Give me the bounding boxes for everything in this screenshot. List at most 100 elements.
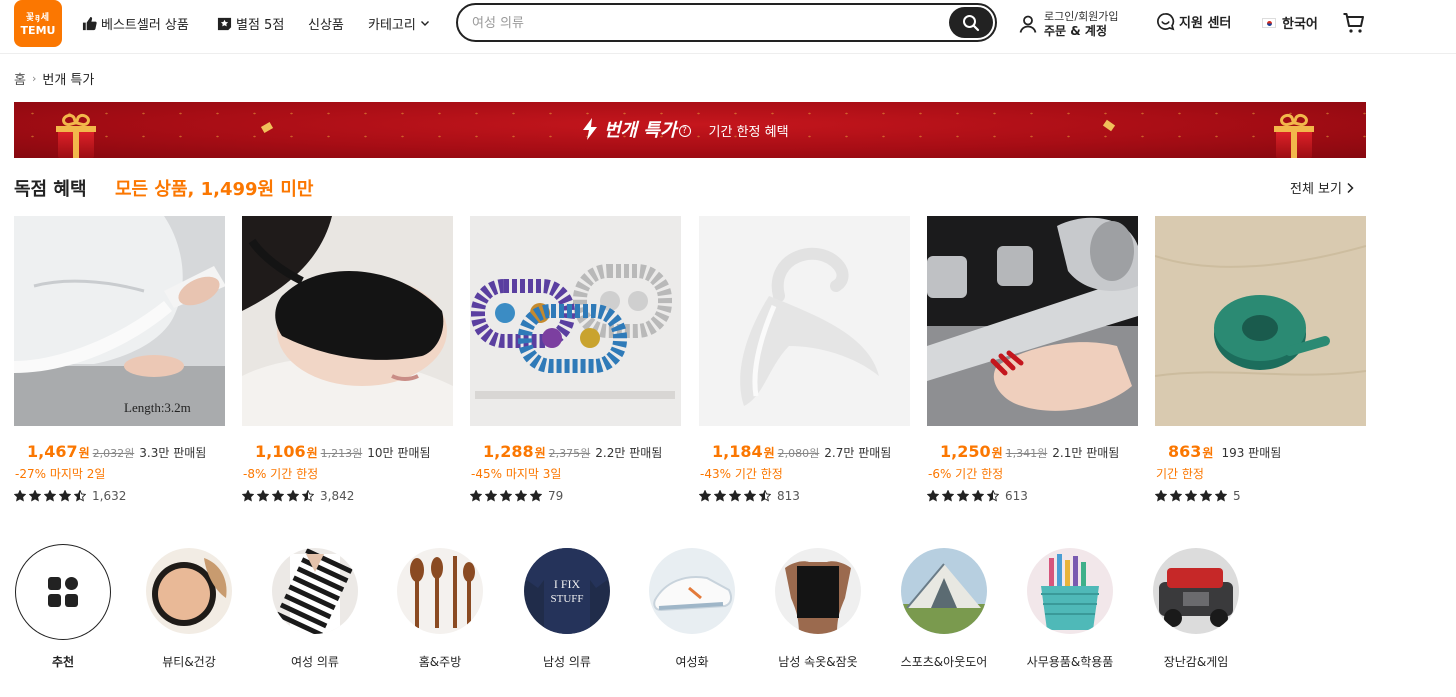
category-beauty-health[interactable]: 뷰티&건강 [139, 546, 239, 672]
product-image-aluminum-tape[interactable] [927, 216, 1138, 426]
product-image-caulk-tape[interactable]: Length:3.2m [14, 216, 225, 426]
see-all-link[interactable]: 전체 보기 [1290, 178, 1354, 197]
review-count: 3,842 [320, 489, 355, 503]
user-icon [1019, 15, 1037, 33]
star-badge-icon [217, 17, 232, 30]
star-icon [485, 490, 497, 502]
category-sports-outdoor[interactable]: 스포츠&아웃도어 [894, 546, 994, 672]
nav-new-arrivals[interactable]: 신상품 [308, 13, 344, 33]
price-row: 1,250 원 1,341원 2.1만 판매됨 [927, 442, 1119, 461]
category-mens-underwear-sleepwear[interactable]: 남성 속옷&잠옷 [768, 546, 868, 672]
price-row: 1,184 원 2,080원 2.7만 판매됨 [699, 442, 891, 461]
product-card[interactable]: 1,250 원 1,341원 2.1만 판매됨 -6% 기간 한정 613 [927, 216, 1138, 511]
price-row: 1,106 원 1,213원 10만 판매됨 [242, 442, 431, 461]
review-count: 613 [1005, 489, 1028, 503]
star-rating-icon [242, 490, 317, 502]
nav-bestsellers-label: 베스트셀러 상품 [101, 17, 189, 33]
product-card[interactable]: 863 원 193 판매됨 기간 한정 5 [1155, 216, 1366, 511]
star-icon [74, 490, 86, 502]
product-image-sleep-mask[interactable] [242, 216, 453, 426]
star-icon [272, 490, 284, 502]
sold-count: 10만 판매됨 [367, 446, 431, 460]
discount-label: 기간 한정 [1156, 467, 1204, 481]
star-icon [942, 490, 954, 502]
star-icon [302, 490, 314, 502]
star-icon [1170, 490, 1182, 502]
nav-five-star[interactable]: 별점 5점 [217, 13, 284, 33]
price-currency: 원 [78, 446, 90, 460]
sale-price: 863 [1168, 442, 1202, 461]
sale-price: 1,184 [712, 442, 763, 461]
product-card[interactable]: 1,106 원 1,213원 10만 판매됨 -8% 기간 한정 3,842 [242, 216, 453, 511]
banner-heading: 번개 특가 ? 기간 한정 혜택 [582, 116, 789, 142]
chevron-down-icon [420, 21, 429, 26]
category-toys-games[interactable]: 장난감&게임 [1146, 546, 1246, 672]
search-button[interactable] [949, 7, 993, 38]
breadcrumb: 홈 › 번개 특가 [14, 69, 94, 88]
category-mens-clothing[interactable]: I FIX STUFF 남성 의류 [517, 546, 617, 672]
original-price: 1,341원 [1005, 447, 1048, 460]
star-icon [257, 490, 269, 502]
review-count: 813 [777, 489, 800, 503]
star-icon [29, 490, 41, 502]
banner-title: 번개 특가 [604, 120, 677, 141]
star-icon [470, 490, 482, 502]
original-price: 2,080원 [777, 447, 820, 460]
product-rating: 1,632 [14, 489, 126, 503]
price-currency: 원 [763, 446, 775, 460]
product-image-velcro-roll[interactable] [1155, 216, 1366, 426]
discount-label: -6% 기간 한정 [928, 467, 1004, 481]
breadcrumb-separator-icon: › [31, 72, 37, 85]
star-icon [1185, 490, 1197, 502]
star-rating-icon [14, 490, 89, 502]
product-card[interactable]: Length:3.2m 1,467 원 2,032원 3.3만 판매됨 -27% … [14, 216, 225, 511]
product-rating: 3,842 [242, 489, 354, 503]
category-recommended[interactable]: 추천 [13, 544, 113, 672]
category-image [649, 548, 735, 634]
support-center-link[interactable]: 지원 센터 [1156, 12, 1231, 31]
search-input[interactable] [472, 13, 942, 33]
star-icon [1200, 490, 1212, 502]
product-image-fidget-spinner[interactable] [470, 216, 681, 426]
star-icon [744, 490, 756, 502]
category-image [1027, 548, 1113, 634]
help-question-icon[interactable]: ? [678, 125, 691, 137]
product-card[interactable]: 1,184 원 2,080원 2.7만 판매됨 -43% 기간 한정 813 [699, 216, 910, 511]
star-rating-icon [470, 490, 545, 502]
product-image-hanger-hook[interactable] [699, 216, 910, 426]
breadcrumb-home[interactable]: 홈 [14, 69, 26, 88]
product-rating: 5 [1155, 489, 1241, 503]
product-card[interactable]: 1,288 원 2,375원 2.2만 판매됨 -45% 마지막 3일 79 [470, 216, 681, 511]
discount-label: -8% 기간 한정 [243, 467, 319, 481]
chat-support-icon [1157, 13, 1175, 31]
category-home-kitchen[interactable]: 홈&주방 [390, 546, 490, 672]
price-row: 863 원 193 판매됨 [1155, 442, 1281, 461]
star-icon [242, 490, 254, 502]
login-signup-label: 로그인/회원가입 [1044, 10, 1119, 23]
category-image [272, 548, 358, 634]
nav-new-arrivals-label: 신상품 [308, 17, 344, 33]
category-label: 여성화 [675, 655, 709, 669]
star-icon [500, 490, 512, 502]
star-icon [515, 490, 527, 502]
temu-logo[interactable]: 꽃ᥠ세 TEMU [14, 0, 62, 47]
search-icon [963, 14, 980, 31]
product-rating: 613 [927, 489, 1028, 503]
cart-button[interactable] [1342, 11, 1366, 39]
category-office-school[interactable]: 사무용품&학용품 [1020, 546, 1120, 672]
review-count: 5 [1233, 489, 1241, 503]
nav-categories-label: 카테고리 [368, 17, 416, 33]
category-womens-shoes[interactable]: 여성화 [642, 546, 742, 672]
category-womens-clothing[interactable]: 여성 의류 [265, 546, 365, 672]
sold-count: 2.2만 판매됨 [595, 446, 663, 460]
category-label: 남성 속옷&잠옷 [778, 655, 858, 669]
account-menu[interactable]: 로그인/회원가입 주문 & 계정 [1018, 6, 1119, 42]
review-count: 79 [548, 489, 564, 503]
star-icon [1215, 490, 1227, 502]
nav-categories[interactable]: 카테고리 [368, 13, 434, 33]
nav-bestsellers[interactable]: 베스트셀러 상품 [82, 13, 189, 33]
star-icon [530, 490, 542, 502]
logo-ornament: 꽃ᥠ세 [25, 13, 51, 23]
sale-price: 1,288 [483, 442, 534, 461]
language-selector[interactable]: 한국어 [1262, 13, 1318, 32]
